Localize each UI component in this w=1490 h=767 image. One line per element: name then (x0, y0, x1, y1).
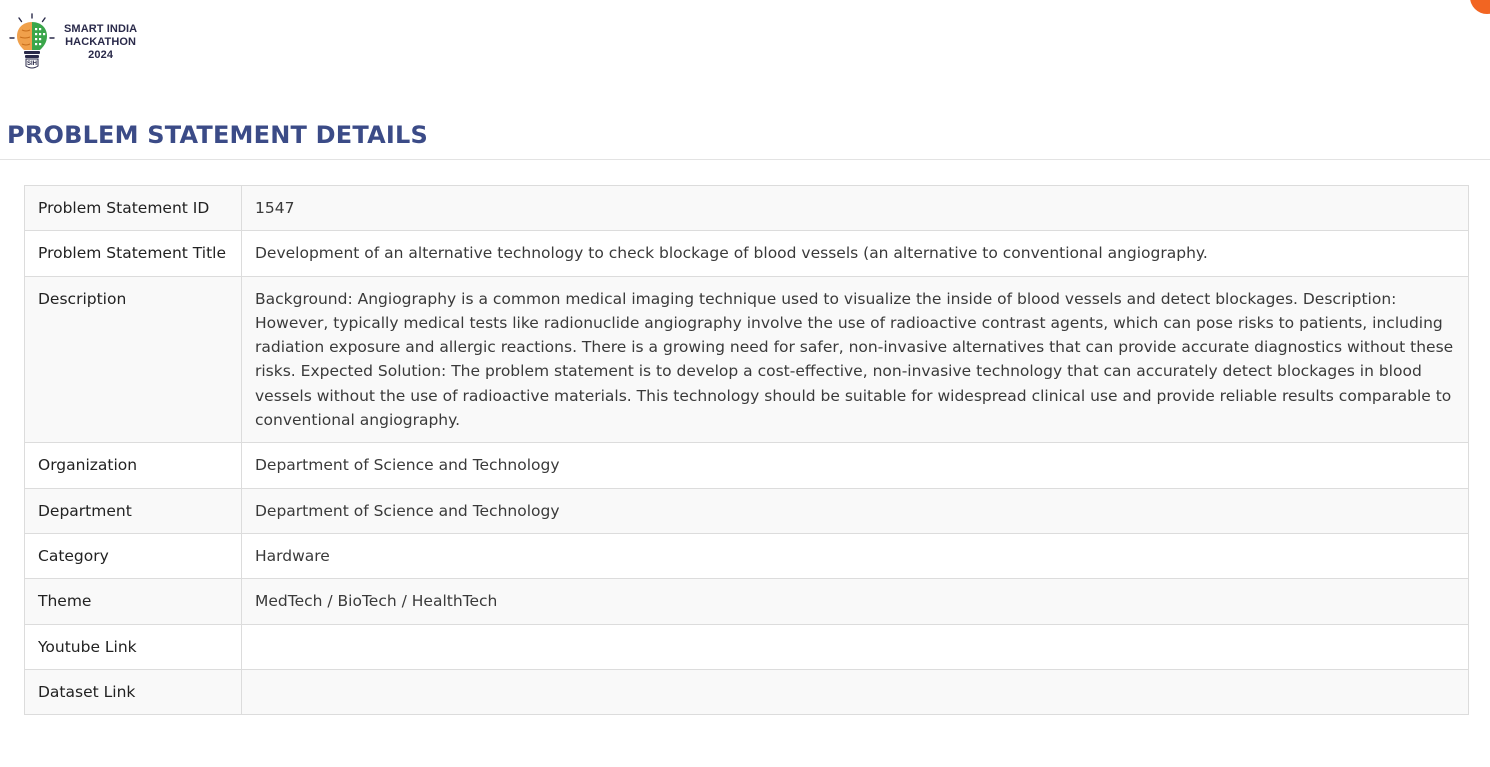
row-problem-statement-id: Problem Statement ID 1547 (24, 184, 1469, 232)
row-value: Hardware (241, 532, 1469, 580)
row-value: Department of Science and Technology (241, 487, 1469, 534)
row-label: Youtube Link (24, 623, 242, 670)
row-youtube-link: Youtube Link (24, 623, 1469, 670)
page-title: PROBLEM STATEMENT DETAILS (7, 121, 428, 149)
logo-line-3: 2024 (88, 48, 114, 61)
logo-text: SMART INDIA HACKATHON 2024 (64, 23, 137, 62)
page: SIH SMART INDIA HACKATHON 2024 PROBLEM S… (0, 0, 1490, 767)
row-label: Problem Statement Title (24, 230, 242, 277)
row-description: Description Background: Angiography is a… (24, 275, 1469, 444)
row-label: Department (24, 487, 242, 534)
row-label: Dataset Link (24, 668, 242, 716)
logo-line-2: HACKATHON (65, 35, 137, 48)
row-value: MedTech / BioTech / HealthTech (241, 578, 1469, 625)
row-theme: Theme MedTech / BioTech / HealthTech (24, 578, 1469, 625)
row-problem-statement-title: Problem Statement Title Development of a… (24, 230, 1469, 277)
corner-decoration (1470, 0, 1490, 14)
row-label: Category (24, 532, 242, 580)
youtube-link-value[interactable] (241, 623, 1469, 670)
row-dataset-link: Dataset Link (24, 668, 1469, 716)
problem-details-table: Problem Statement ID 1547 Problem Statem… (24, 184, 1469, 716)
row-category: Category Hardware (24, 532, 1469, 580)
row-label: Problem Statement ID (24, 184, 242, 232)
bulb-brain-icon: SIH (9, 13, 55, 69)
row-label: Organization (24, 442, 242, 489)
dataset-link-value[interactable] (241, 668, 1469, 716)
logo-line-1: SMART INDIA (64, 22, 138, 35)
row-label: Theme (24, 578, 242, 625)
sih-logo[interactable]: SIH SMART INDIA HACKATHON 2024 (8, 12, 137, 72)
row-value: 1547 (241, 184, 1469, 232)
row-label: Description (24, 275, 242, 444)
row-value: Background: Angiography is a common medi… (241, 275, 1469, 444)
row-value: Department of Science and Technology (241, 442, 1469, 489)
title-divider (0, 159, 1490, 160)
svg-text:SIH: SIH (27, 61, 37, 67)
row-department: Department Department of Science and Tec… (24, 487, 1469, 534)
row-organization: Organization Department of Science and T… (24, 442, 1469, 489)
row-value: Development of an alternative technology… (241, 230, 1469, 277)
